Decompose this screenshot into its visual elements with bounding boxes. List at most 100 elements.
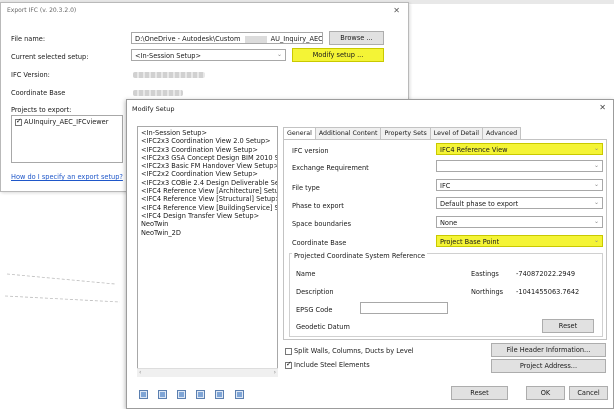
file-type-value: IFC (440, 182, 451, 190)
name-label: Name (296, 270, 316, 278)
pcs-reset-button[interactable]: Reset (542, 319, 594, 333)
list-item[interactable]: <IFC2x3 Coordination View 2.0 Setup> (138, 137, 277, 145)
exchange-requirement-select[interactable]: ⌄ (436, 160, 603, 172)
project-item-label: AUInquiry_AEC_IFCviewer (24, 118, 109, 126)
cancel-button[interactable]: Cancel (569, 386, 608, 400)
modify-setup-button[interactable]: Modify setup ... (292, 48, 384, 62)
general-panel: IFC version IFC4 Reference View ⌄ Exchan… (283, 139, 607, 340)
reset-button[interactable]: Reset (451, 386, 508, 400)
list-item[interactable]: <IFC2x3 Coordination View Setup> (138, 146, 277, 154)
include-steel-checkbox[interactable] (285, 360, 292, 369)
projects-label: Projects to export: (11, 106, 72, 114)
ifc-version-label: IFC Version: (11, 71, 50, 79)
setup-list[interactable]: <In-Session Setup> <IFC2x3 Coordination … (137, 126, 278, 376)
help-link[interactable]: How do I specify an export setup? (11, 173, 123, 181)
ok-button[interactable]: OK (526, 386, 565, 400)
project-checkbox[interactable] (15, 117, 22, 126)
file-name-path: D:\OneDrive - Autodesk\Custom (135, 35, 241, 43)
project-item[interactable]: AUInquiry_AEC_IFCviewer (15, 117, 119, 126)
file-header-button[interactable]: File Header Information... (491, 343, 606, 357)
tab-general[interactable]: General (283, 127, 316, 139)
space-boundaries-label: Space boundaries (292, 220, 352, 228)
import-setup-icon[interactable] (215, 390, 225, 399)
project-address-button[interactable]: Project Address... (491, 359, 606, 373)
northings-label: Northings (471, 288, 504, 296)
rename-setup-icon[interactable] (177, 390, 187, 399)
include-steel-option[interactable]: Include Steel Elements (285, 360, 370, 369)
close-icon[interactable]: ✕ (393, 6, 400, 15)
split-walls-label: Split Walls, Columns, Ducts by Level (294, 347, 414, 355)
list-item[interactable]: <IFC2x2 Coordination View Setup> (138, 170, 277, 178)
horizontal-scrollbar[interactable]: ‹ › (137, 368, 278, 377)
list-item[interactable]: <IFC4 Reference View [BuildingService] S… (138, 204, 277, 212)
pcs-group-title: Projected Coordinate System Reference (292, 252, 428, 260)
tab-advanced[interactable]: Advanced (482, 127, 522, 139)
tab-level-of-detail[interactable]: Level of Detail (429, 127, 484, 139)
coordinate-base-label: Coordinate Base (292, 239, 347, 247)
blurred-coordinate-base (133, 90, 183, 96)
file-name-label: File name: (11, 35, 46, 43)
coordinate-base-value: Project Base Point (440, 238, 500, 246)
list-item[interactable]: <IFC2x3 GSA Concept Design BIM 2010 Setu… (138, 154, 277, 162)
split-walls-checkbox[interactable] (285, 347, 292, 355)
chevron-down-icon: ⌄ (593, 145, 599, 152)
tab-bar: General Additional Content Property Sets Le… (283, 127, 522, 139)
space-boundaries-value: None (440, 219, 458, 227)
list-item[interactable]: NeoTwin_2D (138, 229, 277, 237)
coordinate-base-select[interactable]: Project Base Point ⌄ (436, 235, 603, 247)
ifc-version-label: IFC version (292, 147, 329, 155)
list-item[interactable]: <IFC2x3 COBie 2.4 Design Deliverable Set… (138, 179, 277, 187)
eastings-label: Eastings (471, 270, 499, 278)
eastings-value: -740872022.2949 (516, 270, 576, 278)
include-steel-label: Include Steel Elements (294, 361, 370, 369)
geodetic-datum-label: Geodetic Datum (296, 323, 350, 331)
list-item[interactable]: <In-Session Setup> (138, 129, 277, 137)
chevron-down-icon: ⌄ (593, 199, 599, 206)
close-icon[interactable]: ✕ (599, 103, 606, 112)
scroll-left-icon[interactable]: ‹ (139, 369, 141, 376)
browse-button[interactable]: Browse ... (329, 31, 384, 45)
new-setup-icon[interactable] (139, 390, 148, 399)
setup-toolbar (139, 390, 252, 401)
current-setup-label: Current selected setup: (11, 53, 89, 61)
list-item[interactable]: NeoTwin (138, 220, 277, 228)
current-setup-select[interactable]: <In-Session Setup> ⌄ (131, 49, 286, 61)
file-type-select[interactable]: IFC ⌄ (436, 179, 603, 191)
epsg-label: EPSG Code (296, 306, 333, 314)
epsg-input[interactable] (360, 302, 448, 314)
file-name-field[interactable]: D:\OneDrive - Autodesk\Custom AU_Inquiry… (131, 32, 323, 44)
split-walls-option[interactable]: Split Walls, Columns, Ducts by Level (285, 347, 414, 355)
ifc-version-value: IFC4 Reference View (440, 146, 508, 154)
blurred-ifc-version (133, 72, 205, 78)
modify-setup-window: Modify Setup ✕ <In-Session Setup> <IFC2x… (126, 99, 614, 409)
tab-property-sets[interactable]: Property Sets (380, 127, 431, 139)
ifc-version-select[interactable]: IFC4 Reference View ⌄ (436, 143, 603, 155)
file-name-suffix: AU_Inquiry_AEC_IFCviewe (270, 35, 323, 43)
export-setup-icon[interactable] (234, 390, 244, 399)
space-boundaries-select[interactable]: None ⌄ (436, 216, 603, 228)
coordinate-base-label: Coordinate Base (11, 89, 66, 97)
projects-list[interactable]: AUInquiry_AEC_IFCviewer (11, 115, 123, 163)
background-scribble (5, 273, 121, 303)
list-item[interactable]: <IFC4 Reference View [Architecture] Setu… (138, 187, 277, 195)
description-label: Description (296, 288, 334, 296)
list-item[interactable]: <IFC4 Reference View [Structural] Setup> (138, 195, 277, 203)
redacted-block (244, 35, 267, 43)
chevron-down-icon: ⌄ (593, 237, 599, 244)
scroll-right-icon[interactable]: › (274, 369, 276, 376)
duplicate-setup-icon[interactable] (158, 390, 168, 399)
phase-select[interactable]: Default phase to export ⌄ (436, 197, 603, 209)
phase-label: Phase to export (292, 202, 344, 210)
file-type-label: File type (292, 184, 320, 192)
list-item[interactable]: <IFC2x3 Basic FM Handover View Setup> (138, 162, 277, 170)
list-item[interactable]: <IFC4 Design Transfer View Setup> (138, 212, 277, 220)
chevron-down-icon: ⌄ (593, 181, 599, 188)
phase-value: Default phase to export (440, 200, 519, 208)
export-window-title: Export IFC (v. 20.3.2.0) (7, 7, 77, 14)
chevron-down-icon: ⌄ (276, 51, 282, 58)
current-setup-value: <In-Session Setup> (135, 52, 201, 60)
delete-setup-icon[interactable] (196, 390, 206, 399)
northings-value: -1041455063.7642 (516, 288, 580, 296)
tab-additional-content[interactable]: Additional Content (314, 127, 382, 139)
modify-window-title: Modify Setup (132, 105, 175, 113)
